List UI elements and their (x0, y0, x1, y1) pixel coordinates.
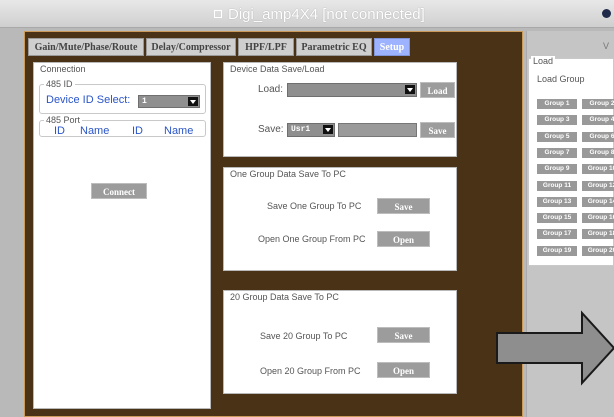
load-group-button[interactable]: Group 16 (582, 213, 614, 224)
save-one-group-text: Save One Group To PC (267, 201, 362, 211)
open-one-group-text: Open One Group From PC (258, 234, 366, 244)
arrow-right-icon (496, 310, 614, 386)
status-dot-icon (602, 9, 611, 18)
save-one-group-button[interactable]: Save (377, 198, 430, 214)
tab-strip: Gain/Mute/Phase/Route Delay/Compressor H… (28, 38, 520, 56)
device-id-label: Device ID Select: (46, 94, 131, 106)
load-group-button[interactable]: Group 10 (582, 164, 614, 175)
load-group-button[interactable]: Group 9 (537, 164, 577, 175)
load-button[interactable]: Load (420, 82, 455, 98)
load-group-button[interactable]: Group 11 (537, 180, 577, 191)
tab-delay-compressor[interactable]: Delay/Compressor (146, 38, 236, 56)
one-group-group: One Group Data Save To PC (227, 169, 455, 268)
load-group-button[interactable]: Group 14 (582, 196, 614, 207)
twenty-group-panel: 20 Group Data Save To PC Save 20 Group T… (223, 290, 457, 394)
one-group-legend: One Group Data Save To PC (228, 169, 348, 179)
column-header-name-2: Name (164, 125, 194, 137)
connection-legend: Connection (38, 64, 88, 74)
load-group-button[interactable]: Group 18 (582, 229, 614, 240)
load-group-button[interactable]: Group 3 (537, 115, 577, 126)
tab-setup[interactable]: Setup (374, 38, 410, 56)
load-group-button[interactable]: Group 6 (582, 131, 614, 142)
twenty-group-legend: 20 Group Data Save To PC (228, 292, 341, 302)
load-legend: Load (531, 56, 556, 66)
load-group-button[interactable]: Group 13 (537, 196, 577, 207)
column-header-name: Name (80, 125, 110, 137)
save-slot-select[interactable]: Usr1 (287, 123, 335, 137)
load-group-button[interactable]: Group 12 (582, 180, 614, 191)
save-button[interactable]: Save (420, 122, 455, 138)
load-group-button[interactable]: Group 2 (582, 99, 614, 109)
load-group-button[interactable]: Group 7 (537, 147, 577, 158)
connection-panel: Connection 485 ID Device ID Select: 1 48… (33, 62, 211, 409)
device-data-legend: Device Data Save/Load (228, 64, 327, 74)
chevron-down-icon[interactable] (323, 125, 333, 134)
open-twenty-group-text: Open 20 Group From PC (260, 366, 361, 376)
device-id-select[interactable]: 1 (138, 95, 200, 108)
window-title: Digi_amp4X4 [not connected] (228, 6, 425, 23)
load-group-button[interactable]: Group 5 (537, 131, 577, 142)
tab-hpf-lpf[interactable]: HPF/LPF (238, 38, 294, 56)
load-group-button[interactable]: Group 19 (537, 245, 577, 256)
load-group-button[interactable]: Group 8 (582, 147, 614, 158)
chevron-down-icon[interactable] (188, 97, 198, 106)
app-icon (214, 10, 222, 18)
load-group-box: Load Load Group Group 1 Group 2 Group 3 Gro… (528, 56, 614, 266)
id485-legend: 485 ID (44, 79, 75, 89)
chevron-down-icon[interactable] (405, 85, 415, 94)
connect-button[interactable]: Connect (91, 183, 147, 199)
column-header-id-2: ID (132, 125, 143, 137)
open-twenty-group-button[interactable]: Open (377, 362, 430, 378)
one-group-panel: One Group Data Save To PC Save One Group… (223, 167, 457, 271)
tab-parametric-eq[interactable]: Parametric EQ (296, 38, 372, 56)
load-group-button[interactable]: Group 17 (537, 229, 577, 240)
id485-group: 485 ID Device ID Select: 1 (39, 79, 206, 114)
title-bar: Digi_amp4X4 [not connected] (0, 0, 614, 28)
save-twenty-group-text: Save 20 Group To PC (260, 331, 348, 341)
right-panel-header: V (603, 41, 610, 51)
load-group-button[interactable]: Group 1 (537, 99, 577, 109)
save-name-input[interactable] (338, 123, 417, 137)
save-label: Save: (258, 124, 284, 135)
port485-legend: 485 Port (44, 115, 83, 125)
load-label: Load: (258, 84, 284, 95)
column-header-id: ID (54, 125, 65, 137)
load-group-button[interactable]: Group 15 (537, 213, 577, 224)
load-select[interactable] (287, 83, 417, 97)
tab-gain-mute-phase-route[interactable]: Gain/Mute/Phase/Route (28, 38, 144, 56)
open-one-group-button[interactable]: Open (377, 231, 430, 247)
port485-group: 485 Port ID Name ID Name (39, 115, 206, 137)
load-group-button[interactable]: Group 4 (582, 115, 614, 126)
save-twenty-group-button[interactable]: Save (377, 327, 430, 343)
device-data-panel: Device Data Save/Load Load: Load Save: U… (223, 62, 457, 157)
device-id-value: 1 (142, 97, 147, 106)
save-slot-value: Usr1 (291, 125, 311, 134)
load-group-label: Load Group (537, 74, 585, 84)
load-group-button[interactable]: Group 20 (582, 245, 614, 256)
